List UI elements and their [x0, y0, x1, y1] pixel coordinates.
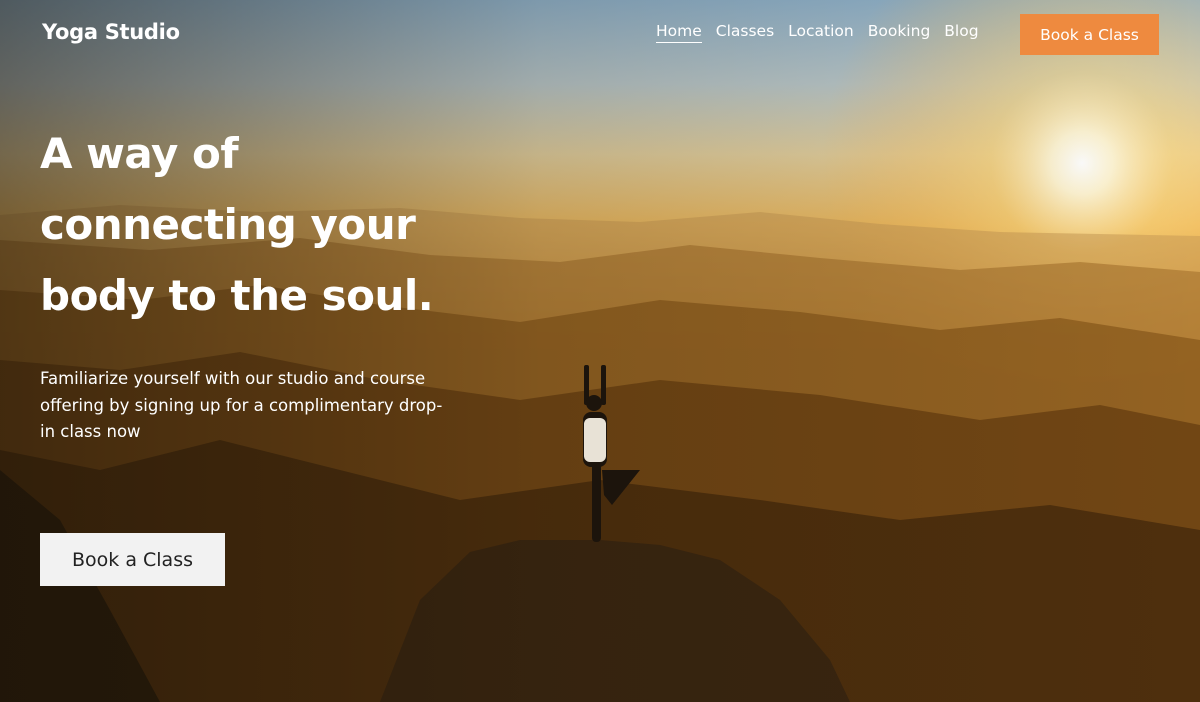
hero-background-image — [0, 0, 1200, 702]
hero-subtext-line: offering by signing up for a complimenta… — [40, 395, 443, 415]
main-nav: Home Classes Location Booking Blog — [656, 22, 993, 43]
header-book-class-button[interactable]: Book a Class — [1020, 14, 1159, 55]
hero-subtext-line: Familiarize yourself with our studio and… — [40, 369, 426, 388]
hero-headline-line: connecting your — [40, 200, 416, 249]
hero-book-class-button[interactable]: Book a Class — [40, 533, 225, 586]
hero-section: Yoga Studio Home Classes Location Bookin… — [0, 0, 1200, 702]
nav-item-home[interactable]: Home — [656, 22, 702, 43]
site-logo[interactable]: Yoga Studio — [42, 20, 180, 44]
hero-subtext-line: in class now — [40, 422, 141, 441]
nav-item-location[interactable]: Location — [788, 22, 854, 43]
nav-item-booking[interactable]: Booking — [868, 22, 931, 43]
hero-headline-line: A way of — [40, 129, 239, 178]
hero-subtext: Familiarize yourself with our studio and… — [40, 366, 510, 446]
nav-item-blog[interactable]: Blog — [944, 22, 978, 43]
hero-headline: A way of connecting your body to the sou… — [40, 118, 510, 331]
nav-item-classes[interactable]: Classes — [716, 22, 774, 43]
hero-headline-line: body to the soul. — [40, 271, 434, 320]
